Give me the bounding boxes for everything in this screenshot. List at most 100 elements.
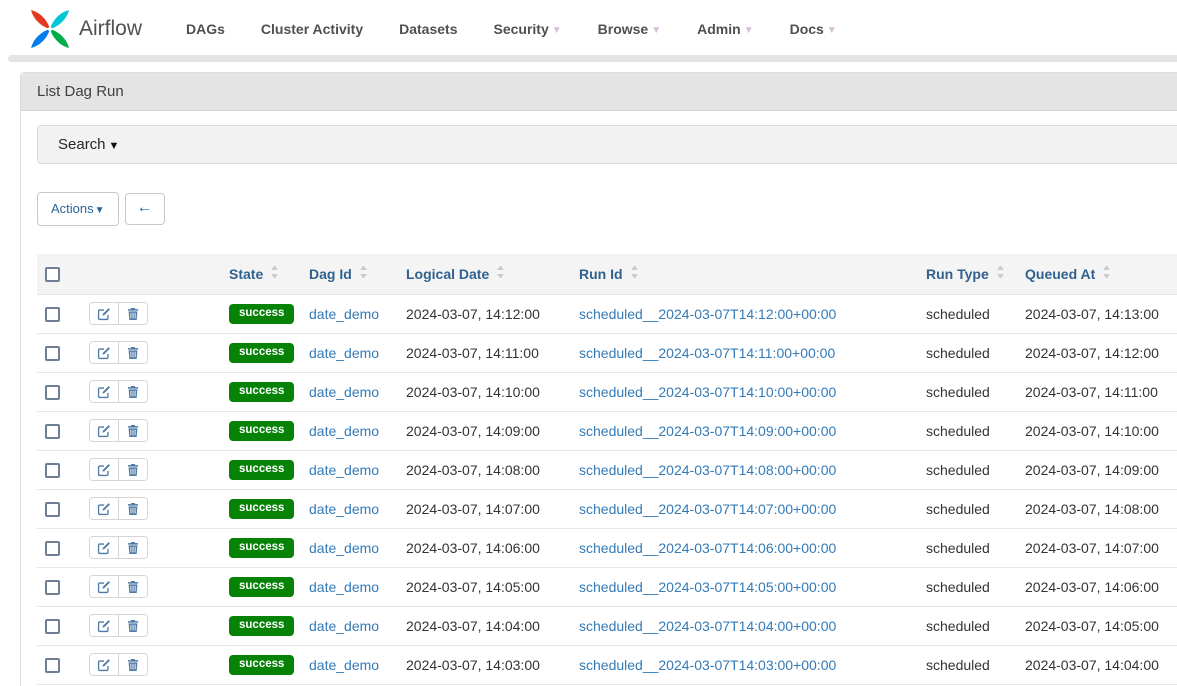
actions-button[interactable]: Actions▼ — [37, 192, 119, 226]
back-arrow-icon: ← — [137, 199, 153, 216]
run-type-cell: scheduled — [914, 606, 1013, 645]
chevron-down-icon: ▼ — [744, 25, 754, 36]
table-row: success date_demo 2024-03-07, 14:06:00 s… — [37, 528, 1177, 567]
run-type-cell: scheduled — [914, 489, 1013, 528]
dag-id-link[interactable]: date_demo — [309, 345, 379, 361]
run-id-link[interactable]: scheduled__2024-03-07T14:07:00+00:00 — [579, 501, 836, 517]
run-type-cell: scheduled — [914, 333, 1013, 372]
queued-at-cell: 2024-03-07, 14:05:00 — [1013, 606, 1177, 645]
queued-at-cell: 2024-03-07, 14:09:00 — [1013, 450, 1177, 489]
nav-item-datasets[interactable]: Datasets — [399, 21, 457, 37]
run-id-link[interactable]: scheduled__2024-03-07T14:04:00+00:00 — [579, 618, 836, 634]
run-id-link[interactable]: scheduled__2024-03-07T14:11:00+00:00 — [579, 345, 835, 361]
nav-item-admin[interactable]: Admin▼ — [697, 21, 753, 37]
column-header-state[interactable]: State — [217, 254, 297, 294]
search-dropdown[interactable]: Search▼ — [37, 125, 1177, 164]
back-button[interactable]: ← — [125, 193, 165, 224]
nav-item-browse[interactable]: Browse▼ — [598, 21, 661, 37]
row-actions — [89, 302, 148, 325]
nav-item-docs[interactable]: Docs▼ — [790, 21, 837, 37]
search-label: Search — [58, 136, 106, 153]
row-checkbox[interactable] — [45, 385, 60, 400]
column-header-logical-date[interactable]: Logical Date — [394, 254, 567, 294]
trash-icon — [126, 619, 140, 633]
delete-row-button[interactable] — [119, 537, 147, 558]
dag-id-link[interactable]: date_demo — [309, 579, 379, 595]
logical-date-cell: 2024-03-07, 14:05:00 — [394, 567, 567, 606]
edit-icon — [97, 385, 111, 399]
table-row: success date_demo 2024-03-07, 14:10:00 s… — [37, 372, 1177, 411]
queued-at-cell: 2024-03-07, 14:08:00 — [1013, 489, 1177, 528]
run-id-link[interactable]: scheduled__2024-03-07T14:05:00+00:00 — [579, 579, 836, 595]
airflow-pinwheel-icon — [28, 7, 72, 51]
delete-row-button[interactable] — [119, 420, 147, 441]
row-checkbox[interactable] — [45, 580, 60, 595]
nav-item-security[interactable]: Security▼ — [493, 21, 561, 37]
status-badge: success — [229, 304, 294, 325]
edit-icon — [97, 307, 111, 321]
delete-row-button[interactable] — [119, 498, 147, 519]
row-checkbox[interactable] — [45, 463, 60, 478]
table-row: success date_demo 2024-03-07, 14:07:00 s… — [37, 489, 1177, 528]
row-checkbox[interactable] — [45, 346, 60, 361]
row-checkbox[interactable] — [45, 541, 60, 556]
run-id-link[interactable]: scheduled__2024-03-07T14:08:00+00:00 — [579, 462, 836, 478]
logical-date-cell: 2024-03-07, 14:10:00 — [394, 372, 567, 411]
trash-icon — [126, 463, 140, 477]
dag-id-link[interactable]: date_demo — [309, 657, 379, 673]
queued-at-cell: 2024-03-07, 14:06:00 — [1013, 567, 1177, 606]
dag-id-link[interactable]: date_demo — [309, 423, 379, 439]
dag-id-link[interactable]: date_demo — [309, 618, 379, 634]
run-id-link[interactable]: scheduled__2024-03-07T14:06:00+00:00 — [579, 540, 836, 556]
edit-row-button[interactable] — [90, 654, 119, 675]
delete-row-button[interactable] — [119, 459, 147, 480]
edit-row-button[interactable] — [90, 420, 119, 441]
edit-row-button[interactable] — [90, 381, 119, 402]
edit-row-button[interactable] — [90, 342, 119, 363]
delete-row-button[interactable] — [119, 342, 147, 363]
delete-row-button[interactable] — [119, 615, 147, 636]
nav-item-cluster-activity[interactable]: Cluster Activity — [261, 21, 363, 37]
edit-row-button[interactable] — [90, 303, 119, 324]
navbar: Airflow DAGs Cluster Activity Datasets S… — [0, 0, 1177, 58]
dag-id-link[interactable]: date_demo — [309, 306, 379, 322]
run-id-link[interactable]: scheduled__2024-03-07T14:10:00+00:00 — [579, 384, 836, 400]
chevron-down-icon: ▼ — [827, 25, 837, 36]
delete-row-button[interactable] — [119, 381, 147, 402]
edit-row-button[interactable] — [90, 537, 119, 558]
column-header-queued-at[interactable]: Queued At — [1013, 254, 1177, 294]
dag-run-table: State Dag Id Logical Date Run Id Run Typ… — [37, 254, 1177, 685]
row-checkbox[interactable] — [45, 307, 60, 322]
edit-row-button[interactable] — [90, 498, 119, 519]
edit-row-button[interactable] — [90, 615, 119, 636]
status-badge: success — [229, 577, 294, 598]
delete-row-button[interactable] — [119, 576, 147, 597]
dag-id-link[interactable]: date_demo — [309, 462, 379, 478]
column-header-run-id[interactable]: Run Id — [567, 254, 914, 294]
edit-row-button[interactable] — [90, 459, 119, 480]
run-id-link[interactable]: scheduled__2024-03-07T14:12:00+00:00 — [579, 306, 836, 322]
row-checkbox[interactable] — [45, 658, 60, 673]
nav-item-dags[interactable]: DAGs — [186, 21, 225, 37]
column-header-run-type[interactable]: Run Type — [914, 254, 1013, 294]
run-type-cell: scheduled — [914, 411, 1013, 450]
dag-id-link[interactable]: date_demo — [309, 501, 379, 517]
run-id-link[interactable]: scheduled__2024-03-07T14:09:00+00:00 — [579, 423, 836, 439]
edit-icon — [97, 502, 111, 516]
dag-id-link[interactable]: date_demo — [309, 384, 379, 400]
row-checkbox[interactable] — [45, 424, 60, 439]
dag-id-link[interactable]: date_demo — [309, 540, 379, 556]
delete-row-button[interactable] — [119, 303, 147, 324]
select-all-checkbox[interactable] — [45, 267, 60, 282]
queued-at-cell: 2024-03-07, 14:13:00 — [1013, 294, 1177, 333]
edit-row-button[interactable] — [90, 576, 119, 597]
row-checkbox[interactable] — [45, 619, 60, 634]
airflow-logo-link[interactable]: Airflow — [28, 7, 142, 51]
row-actions — [89, 419, 148, 442]
column-header-dag-id[interactable]: Dag Id — [297, 254, 394, 294]
row-checkbox[interactable] — [45, 502, 60, 517]
delete-row-button[interactable] — [119, 654, 147, 675]
run-type-cell: scheduled — [914, 450, 1013, 489]
run-id-link[interactable]: scheduled__2024-03-07T14:03:00+00:00 — [579, 657, 836, 673]
queued-at-cell: 2024-03-07, 14:04:00 — [1013, 645, 1177, 684]
